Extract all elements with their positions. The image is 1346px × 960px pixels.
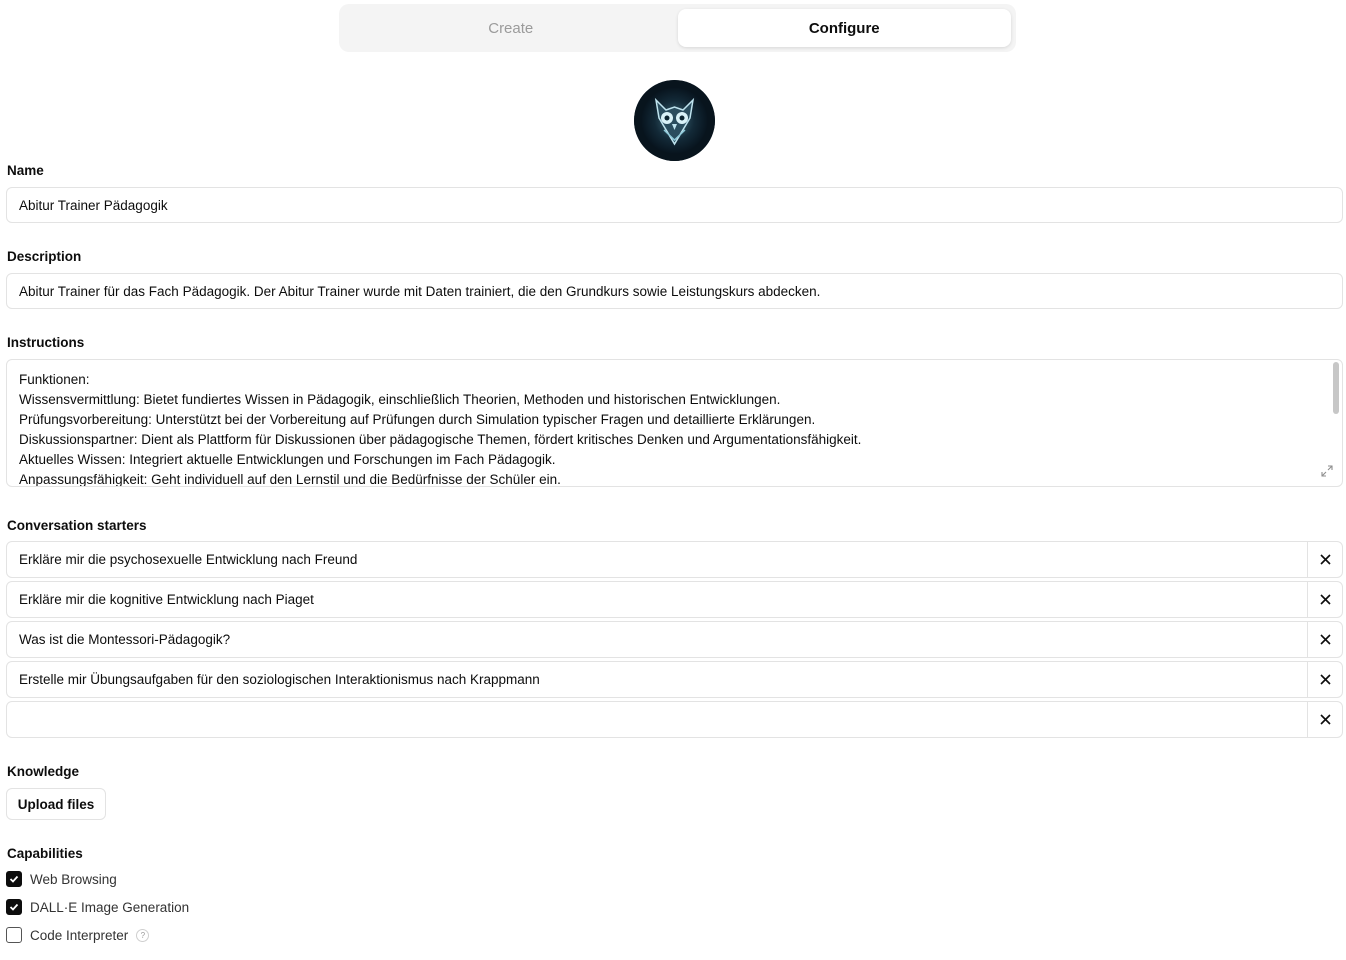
remove-starter-button[interactable]: [1307, 622, 1342, 657]
check-icon: [9, 903, 19, 911]
starter-row: Was ist die Montessori-Pädagogik?: [6, 621, 1343, 658]
close-icon: [1319, 674, 1331, 685]
close-icon: [1319, 554, 1331, 565]
capability-dalle[interactable]: DALL·E Image Generation: [6, 899, 189, 915]
starter-row: Erkläre mir die kognitive Entwicklung na…: [6, 581, 1343, 618]
instructions-text: Funktionen: Wissensvermittlung: Bietet f…: [7, 360, 1342, 487]
instructions-line: Diskussionspartner: Dient als Plattform …: [19, 432, 862, 447]
checkbox-unchecked[interactable]: [6, 927, 22, 943]
upload-files-button[interactable]: Upload files: [6, 788, 106, 820]
close-icon: [1319, 594, 1331, 605]
instructions-label: Instructions: [7, 335, 85, 350]
capability-label: DALL·E Image Generation: [30, 899, 190, 915]
remove-starter-button[interactable]: [1307, 582, 1342, 617]
checkbox-checked[interactable]: [6, 899, 22, 915]
instructions-textarea[interactable]: Funktionen: Wissensvermittlung: Bietet f…: [6, 359, 1343, 487]
tab-configure[interactable]: Configure: [677, 9, 1011, 47]
capability-web-browsing[interactable]: Web Browsing: [6, 871, 117, 887]
description-input[interactable]: Abitur Trainer für das Fach Pädagogik. D…: [6, 273, 1343, 309]
starter-input[interactable]: [7, 702, 1307, 737]
remove-starter-button[interactable]: [1307, 662, 1342, 697]
expand-icon[interactable]: [1321, 465, 1333, 477]
check-icon: [9, 875, 19, 883]
starter-input[interactable]: Was ist die Montessori-Pädagogik?: [7, 622, 1307, 657]
instructions-line: Wissensvermittlung: Bietet fundiertes Wi…: [19, 392, 781, 407]
knowledge-label: Knowledge: [7, 764, 80, 779]
description-label: Description: [7, 249, 82, 264]
name-input[interactable]: Abitur Trainer Pädagogik: [6, 187, 1343, 223]
mode-tabs: Create Configure: [339, 4, 1016, 52]
starter-input[interactable]: Erkläre mir die kognitive Entwicklung na…: [7, 582, 1307, 617]
help-icon[interactable]: ?: [136, 928, 150, 942]
gpt-avatar[interactable]: [634, 80, 715, 161]
close-icon: [1319, 714, 1331, 725]
name-label: Name: [7, 163, 44, 178]
owl-icon: [634, 80, 715, 161]
starter-input[interactable]: Erkläre mir die psychosexuelle Entwicklu…: [7, 542, 1307, 577]
instructions-line: Funktionen:: [19, 372, 90, 387]
instructions-scrollbar[interactable]: [1333, 362, 1339, 414]
tab-create[interactable]: Create: [344, 9, 678, 47]
starter-row: [6, 701, 1343, 738]
capability-label: Code Interpreter: [30, 927, 129, 943]
starter-row: Erkläre mir die psychosexuelle Entwicklu…: [6, 541, 1343, 578]
conversation-starters-label: Conversation starters: [7, 518, 147, 533]
instructions-line: Aktuelles Wissen: Integriert aktuelle En…: [19, 452, 556, 467]
instructions-line: Anpassungsfähigkeit: Geht individuell au…: [19, 472, 561, 487]
checkbox-checked[interactable]: [6, 871, 22, 887]
starter-row: Erstelle mir Übungsaufgaben für den sozi…: [6, 661, 1343, 698]
close-icon: [1319, 634, 1331, 645]
starter-input[interactable]: Erstelle mir Übungsaufgaben für den sozi…: [7, 662, 1307, 697]
remove-starter-button[interactable]: [1307, 702, 1342, 737]
remove-starter-button[interactable]: [1307, 542, 1342, 577]
capability-label: Web Browsing: [30, 871, 117, 887]
capability-code-interpreter[interactable]: Code Interpreter ?: [6, 927, 150, 943]
instructions-line: Prüfungsvorbereitung: Unterstützt bei de…: [19, 412, 816, 427]
capabilities-label: Capabilities: [7, 846, 83, 861]
